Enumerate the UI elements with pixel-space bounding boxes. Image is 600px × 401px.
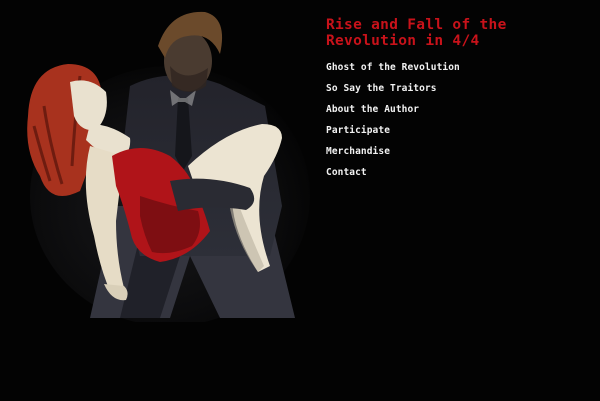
- page: Rise and Fall of the Revolution in 4/4 G…: [0, 0, 600, 401]
- nav-item-about-the-author: About the Author: [326, 99, 460, 120]
- nav-link-about-the-author[interactable]: About the Author: [326, 104, 419, 115]
- nav-link-participate[interactable]: Participate: [326, 125, 390, 136]
- site-title: Rise and Fall of the Revolution in 4/4: [326, 17, 586, 49]
- site-title-line-1: Rise and Fall of the: [326, 17, 507, 33]
- nav-item-ghost-of-the-revolution: Ghost of the Revolution: [326, 57, 460, 78]
- nav-link-so-say-the-traitors[interactable]: So Say the Traitors: [326, 83, 437, 94]
- nav-item-contact: Contact: [326, 162, 460, 183]
- nav-link-ghost-of-the-revolution[interactable]: Ghost of the Revolution: [326, 62, 460, 73]
- nav-item-participate: Participate: [326, 120, 460, 141]
- nav-item-merchandise: Merchandise: [326, 141, 460, 162]
- cover-illustration: [27, 11, 310, 322]
- site-title-line-2: Revolution in 4/4: [326, 33, 480, 49]
- nav-link-contact[interactable]: Contact: [326, 167, 367, 178]
- nav-item-so-say-the-traitors: So Say the Traitors: [326, 78, 460, 99]
- nav-link-merchandise[interactable]: Merchandise: [326, 146, 390, 157]
- main-navigation: Ghost of the Revolution So Say the Trait…: [326, 57, 460, 183]
